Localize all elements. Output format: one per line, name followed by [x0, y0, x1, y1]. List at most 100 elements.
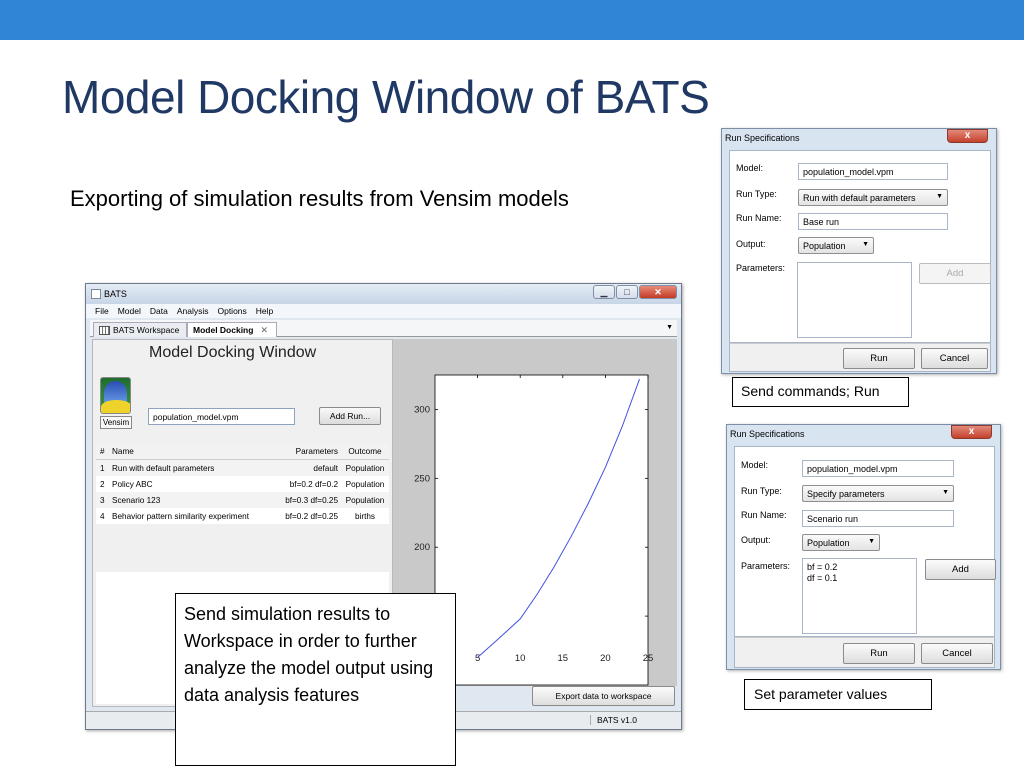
table-cell: 1	[100, 463, 105, 473]
run-name-field[interactable]: Scenario run	[802, 510, 954, 527]
x-tick-label: 15	[557, 653, 569, 664]
x-tick-label: 25	[642, 653, 654, 664]
dialog-title: Run Specifications	[725, 133, 800, 143]
table-cell: 2	[100, 479, 105, 489]
menu-file[interactable]: File	[95, 306, 109, 316]
plot-area	[434, 374, 649, 686]
model-field[interactable]: population_model.vpm	[798, 163, 948, 180]
menu-bar: File Model Data Analysis Options Help	[86, 304, 681, 318]
export-data-button[interactable]: Export data to workspace	[532, 686, 675, 706]
dialog-title: Run Specifications	[730, 429, 805, 439]
add-run-button[interactable]: Add Run...	[319, 407, 381, 425]
vensim-logo-icon[interactable]	[100, 377, 131, 414]
output-select[interactable]: Population ▼	[798, 237, 874, 254]
tab-bats-workspace[interactable]: BATS Workspace	[93, 322, 187, 337]
dropdown-icon[interactable]: ▼	[666, 324, 673, 331]
run-button[interactable]: Run	[843, 643, 915, 664]
column-header[interactable]: Name	[110, 447, 271, 456]
y-tick-label: 200	[414, 542, 430, 553]
run-type-value: Run with default parameters	[803, 193, 916, 203]
parameters-field[interactable]	[797, 262, 912, 338]
dialog-footer: Run Cancel	[734, 637, 995, 668]
column-header[interactable]: Parameters	[271, 447, 341, 456]
run-name-label: Run Name:	[736, 213, 782, 223]
tab-label: BATS Workspace	[113, 325, 180, 335]
table-cell: 4	[100, 511, 105, 521]
chevron-down-icon: ▼	[868, 538, 875, 545]
run-specifications-dialog-custom: Run Specifications x Model: population_m…	[726, 424, 1001, 670]
run-button[interactable]: Run	[843, 348, 915, 369]
parameter-entry: bf = 0.2	[807, 562, 838, 572]
output-value: Population	[803, 241, 846, 251]
slide-title: Model Docking Window of BATS	[62, 71, 710, 123]
output-value: Population	[807, 538, 850, 548]
run-name-field[interactable]: Base run	[798, 213, 948, 230]
window-titlebar[interactable]: BATS ▁ □ ✕	[86, 284, 681, 304]
menu-analysis[interactable]: Analysis	[177, 306, 209, 316]
dialog-body: Model: population_model.vpm Run Type: Sp…	[734, 446, 996, 637]
close-icon[interactable]: ✕	[260, 325, 268, 336]
maximize-icon[interactable]: □	[616, 285, 638, 299]
vensim-label: Vensim	[100, 416, 132, 429]
add-parameter-button[interactable]: Add	[925, 559, 996, 580]
column-header[interactable]: Outcome	[341, 447, 389, 456]
y-tick-label: 250	[414, 473, 430, 484]
table-cell: bf=0.2 df=0.25	[285, 511, 338, 521]
add-parameter-button[interactable]: Add	[919, 263, 991, 284]
table-cell: Behavior pattern similarity experiment	[112, 511, 249, 521]
chevron-down-icon: ▼	[936, 193, 943, 200]
table-cell: default	[313, 463, 338, 473]
x-tick-label: 10	[514, 653, 526, 664]
menu-data[interactable]: Data	[150, 306, 168, 316]
tab-label: Model Docking	[193, 325, 254, 335]
run-type-select[interactable]: Specify parameters ▼	[802, 485, 954, 502]
app-icon	[91, 289, 101, 299]
grid-icon	[99, 325, 110, 335]
callout-run: Send commands; Run	[732, 377, 909, 407]
table-cell: Population	[345, 495, 385, 505]
close-icon[interactable]: x	[947, 129, 988, 143]
tab-model-docking[interactable]: Model Docking ✕	[187, 322, 277, 337]
cancel-button[interactable]: Cancel	[921, 348, 988, 369]
close-icon[interactable]: ✕	[639, 285, 677, 299]
y-tick-label: 300	[414, 404, 430, 415]
chevron-down-icon: ▼	[862, 241, 869, 248]
run-type-label: Run Type:	[741, 486, 782, 496]
output-select[interactable]: Population ▼	[802, 534, 880, 551]
window-title: BATS	[104, 289, 127, 299]
column-header[interactable]: #	[96, 447, 110, 456]
run-type-label: Run Type:	[736, 189, 777, 199]
model-field[interactable]: population_model.vpm	[802, 460, 954, 477]
run-type-select[interactable]: Run with default parameters ▼	[798, 189, 948, 206]
parameters-field[interactable]: bf = 0.2 df = 0.1	[802, 558, 917, 634]
menu-help[interactable]: Help	[256, 306, 273, 316]
table-cell: bf=0.2 df=0.2	[289, 479, 338, 489]
x-tick-label: 5	[474, 653, 481, 664]
table-cell: births	[354, 511, 376, 521]
callout-export: Send simulation results to Workspace in …	[175, 593, 456, 766]
table-cell: Population	[345, 463, 385, 473]
table-row[interactable]: 1 Run with default parameters default Po…	[96, 460, 389, 476]
table-row[interactable]: 4 Behavior pattern similarity experiment…	[96, 508, 389, 524]
version-label: BATS v1.0	[590, 715, 637, 725]
table-body: 1 Run with default parameters default Po…	[96, 460, 389, 524]
table-cell: bf=0.3 df=0.25	[285, 495, 338, 505]
run-name-label: Run Name:	[741, 510, 787, 520]
minimize-icon[interactable]: ▁	[593, 285, 615, 299]
parameter-entry: df = 0.1	[807, 573, 838, 583]
dialog-body: Model: population_model.vpm Run Type: Ru…	[729, 150, 991, 343]
model-file-field[interactable]: population_model.vpm	[148, 408, 295, 425]
table-row[interactable]: 2 Policy ABC bf=0.2 df=0.2 Population	[96, 476, 389, 492]
dialog-footer: Run Cancel	[729, 343, 991, 372]
cancel-button[interactable]: Cancel	[921, 643, 993, 664]
menu-model[interactable]: Model	[118, 306, 141, 316]
menu-options[interactable]: Options	[217, 306, 246, 316]
model-label: Model:	[736, 163, 764, 173]
table-cell: 3	[100, 495, 105, 505]
slide-subtitle: Exporting of simulation results from Ven…	[70, 186, 569, 211]
close-icon[interactable]: x	[951, 425, 992, 439]
run-specifications-dialog-default: Run Specifications x Model: population_m…	[721, 128, 997, 374]
callout-set-parameters: Set parameter values	[744, 679, 932, 710]
model-label: Model:	[741, 460, 769, 470]
table-row[interactable]: 3 Scenario 123 bf=0.3 df=0.25 Population	[96, 492, 389, 508]
